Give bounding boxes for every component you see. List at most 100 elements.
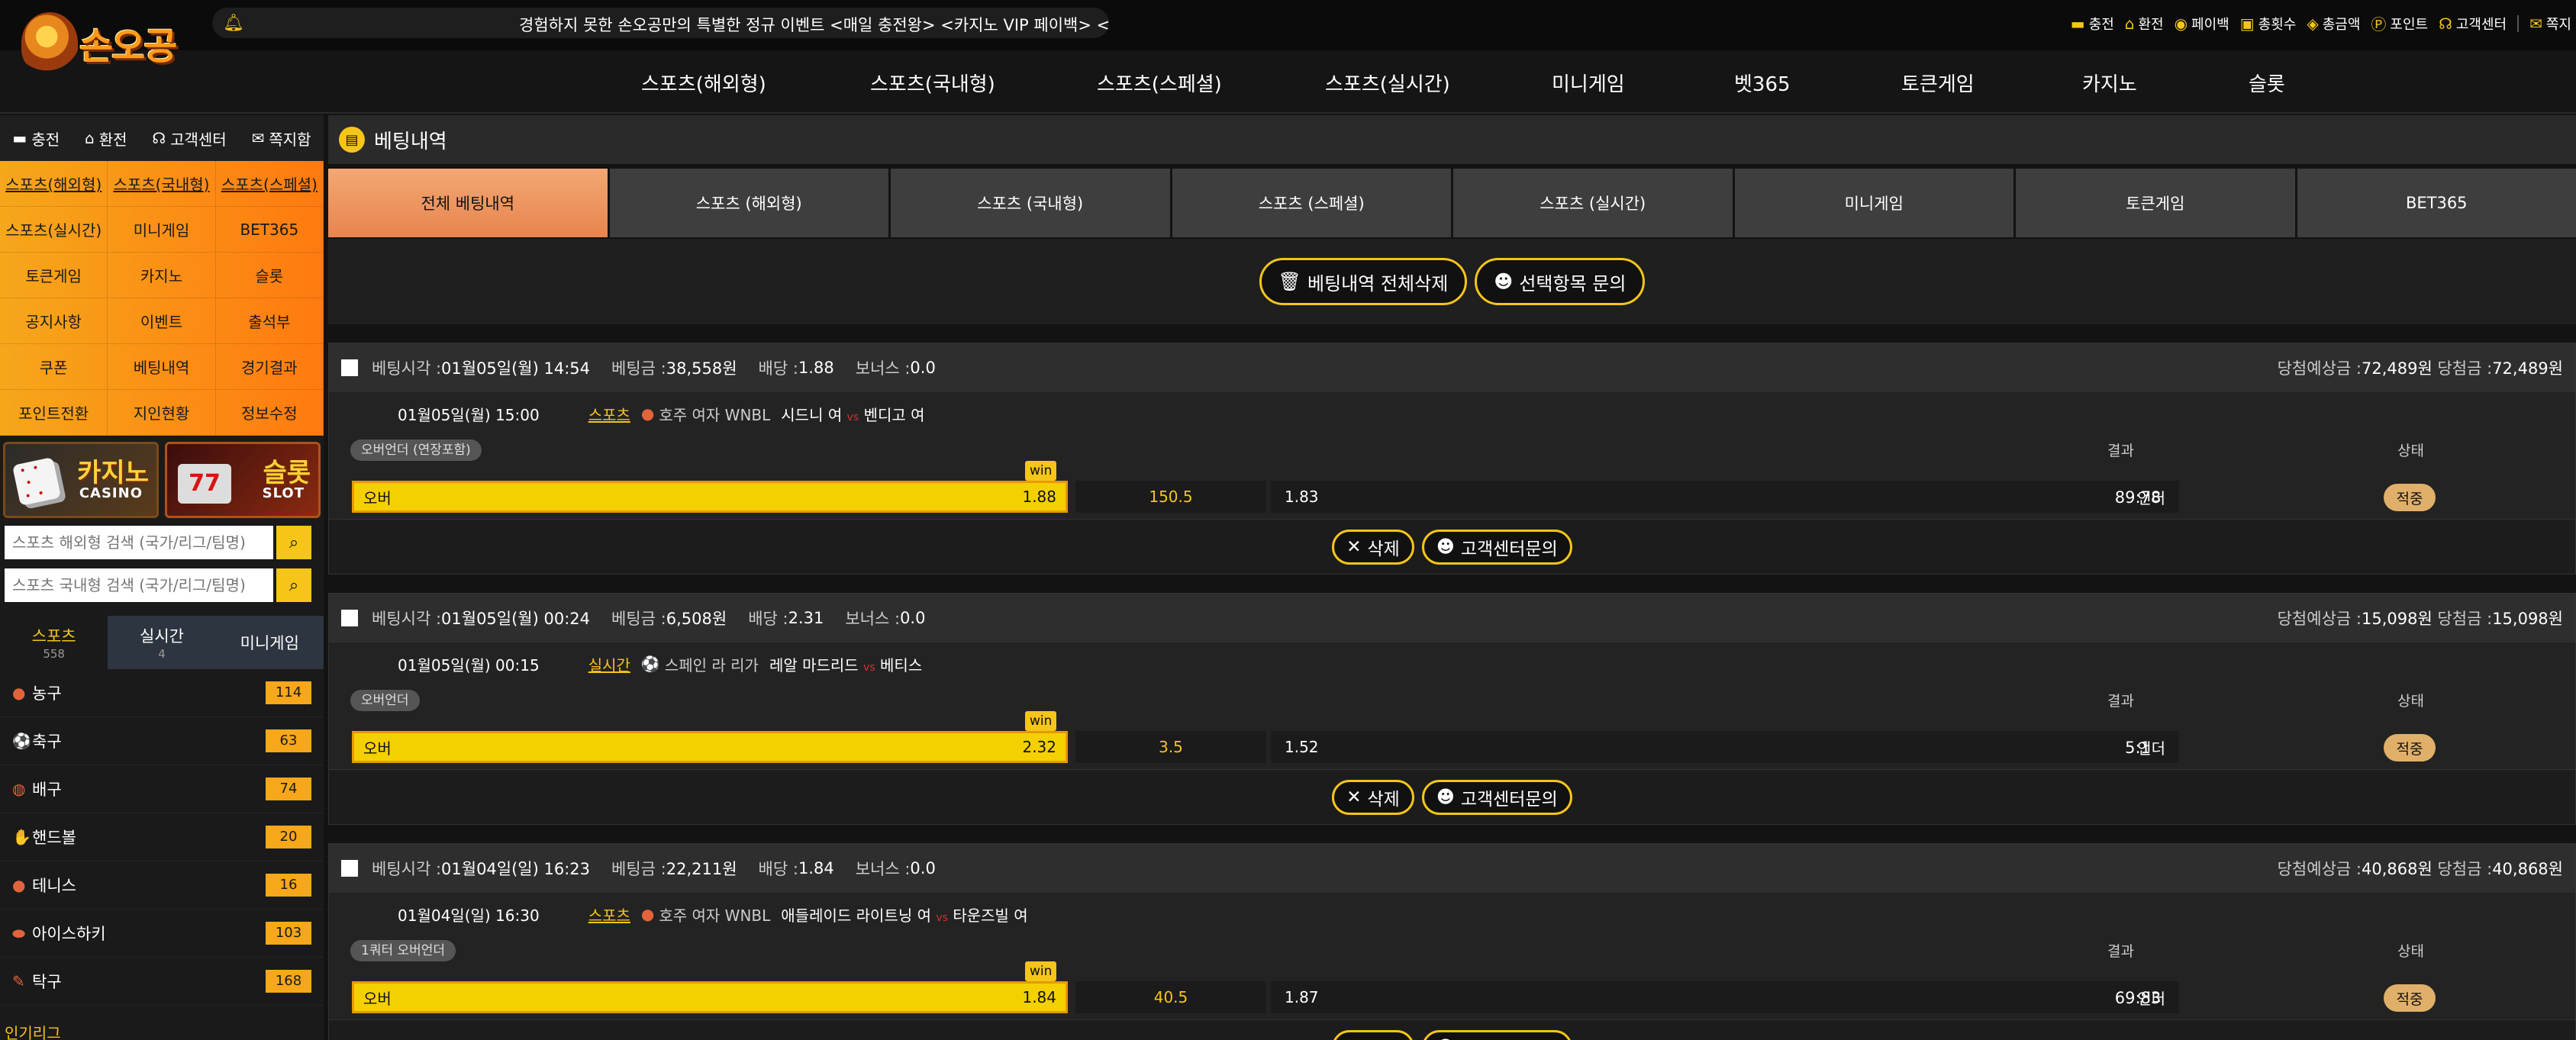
bet-list: 베팅시각 :01월05일(월) 14:54 베팅금 :38,558원 배당 :1.8… [328, 343, 2576, 1040]
inquire-selected-button[interactable]: ☻ 선택항목 문의 [1475, 258, 1646, 305]
nav-item[interactable]: 스포츠(국내형) [870, 69, 995, 97]
sidebar-quick-bank[interactable]: ⌂ 환전 [85, 127, 127, 150]
bank-icon: ⌂ [84, 129, 95, 147]
casino-banner-title: 카지노 [77, 458, 149, 488]
sidebar-menu-item[interactable]: 미니게임 [108, 207, 216, 253]
nav-item[interactable]: 슬롯 [2249, 69, 2285, 97]
util-money[interactable]: ◈ 총금액 [2307, 14, 2360, 34]
sport-list-item[interactable]: ◍ 배구 74 [0, 765, 324, 813]
delete-bet-button[interactable]: ✕삭제 [1332, 529, 1414, 565]
page-title-bar: ▤ 베팅내역 [328, 115, 2576, 164]
tab-bet-history[interactable]: 스포츠 (해외형) [609, 169, 888, 237]
util-headset[interactable]: ☊ 고객센터 [2439, 14, 2507, 34]
sidebar-sport-tabs: 스포츠 558 실시간 4 미니게임 [0, 616, 324, 669]
home-team: 시드니 여 [781, 405, 843, 424]
tab-bet-history[interactable]: 토큰게임 [2016, 169, 2295, 237]
sport-list-item[interactable]: ✎ 탁구 168 [0, 958, 324, 1006]
util-bank[interactable]: ⌂ 환전 [2125, 14, 2164, 34]
message-icon: ✉ [2529, 14, 2542, 33]
slot-banner[interactable]: 77 슬롯 SLOT [165, 442, 321, 518]
sport-list-item[interactable]: ✋ 핸드볼 20 [0, 813, 324, 861]
tab-bet-history[interactable]: 스포츠 (국내형) [891, 169, 1170, 237]
util-label: 충전 [2088, 16, 2114, 33]
sidebar-tab[interactable]: 실시간 4 [108, 616, 216, 669]
sidebar-menu-item[interactable]: 슬롯 [215, 253, 324, 298]
sidebar-menu-item[interactable]: BET365 [215, 207, 324, 253]
inquire-bet-button[interactable]: ☻고객센터문의 [1421, 1029, 1572, 1040]
sidebar-menu-item[interactable]: 스포츠(해외형) [0, 161, 108, 207]
sidebar-quick-card[interactable]: ▬ 충전 [12, 127, 60, 150]
sidebar-menu-item[interactable]: 스포츠(국내형) [108, 161, 216, 207]
coin-icon: ◉ [2174, 14, 2188, 33]
util-label: 총횟수 [2258, 16, 2297, 33]
util-coin[interactable]: ◉ 페이백 [2175, 14, 2229, 34]
delete-bet-button[interactable]: ✕삭제 [1332, 779, 1414, 815]
sidebar-menu-item[interactable]: 토큰게임 [0, 253, 108, 298]
tab-bet-history[interactable]: 미니게임 [1734, 169, 2013, 237]
sidebar-quick-headset[interactable]: ☊ 고객센터 [152, 127, 226, 150]
pick-name: 오버 [363, 989, 392, 1008]
bet-checkbox[interactable] [341, 359, 358, 376]
expected-win-label: 당첨예상금 : [2277, 359, 2362, 378]
search-domestic-input[interactable] [5, 568, 273, 602]
sidebar-menu-item[interactable]: 스포츠(스페셜) [215, 161, 324, 207]
nav-item[interactable]: 스포츠(스페셜) [1097, 69, 1222, 97]
sidebar-menu-item[interactable]: 이벤트 [108, 298, 216, 344]
bet-odds: 2.31 [788, 609, 824, 627]
win-tag: win [1025, 711, 1057, 731]
sidebar-menu-item[interactable]: 카지노 [108, 253, 216, 298]
other-odds: 1.87 [1285, 988, 1319, 1006]
delete-bet-button[interactable]: ✕삭제 [1332, 1029, 1414, 1040]
sidebar-menu-item[interactable]: 쿠폰 [0, 344, 108, 390]
sidebar-quick-label: 쪽지함 [269, 130, 311, 149]
tab-bet-history[interactable]: 스포츠 (실시간) [1453, 169, 1733, 237]
home-team: 애들레이드 라이트닝 여 [781, 906, 931, 925]
nav-item[interactable]: 카지노 [2082, 69, 2137, 97]
sport-list-item[interactable]: ⚽ 축구 63 [0, 717, 324, 765]
sidebar-menu-item[interactable]: 경기결과 [215, 344, 324, 390]
bet-checkbox[interactable] [341, 860, 358, 877]
util-point[interactable]: Ⓟ 포인트 [2371, 12, 2428, 34]
nav-item[interactable]: 벳365 [1734, 69, 1791, 97]
sidebar-menu-item[interactable]: 포인트전환 [0, 390, 108, 436]
tab-bet-history[interactable]: 전체 베팅내역 [328, 169, 608, 237]
sidebar-tab[interactable]: 미니게임 [215, 616, 324, 669]
inquire-bet-button[interactable]: ☻고객센터문의 [1421, 779, 1572, 815]
pick-odds: 1.88 [1022, 488, 1056, 506]
delete-all-button[interactable]: 🗑︎ 베팅내역 전체삭제 [1259, 258, 1468, 305]
headset-icon: ☊ [152, 129, 166, 147]
bet-amount: 22,211원 [666, 860, 737, 878]
util-coupon[interactable]: ▣ 총횟수 [2240, 14, 2297, 34]
sport-list-item[interactable]: ● 농구 114 [0, 669, 324, 717]
nav-item[interactable]: 스포츠(실시간) [1325, 69, 1450, 97]
sport-count-badge: 114 [266, 681, 311, 704]
search-overseas-button[interactable]: ⌕ [276, 526, 311, 559]
util-card[interactable]: ▬ 충전 [2071, 14, 2114, 34]
sidebar-quick-message[interactable]: ✉ 쪽지함 [252, 127, 311, 150]
sport-list-item[interactable]: ⬬ 아이스하키 103 [0, 910, 324, 958]
sidebar-menu-item[interactable]: 베팅내역 [108, 344, 216, 390]
nav-item[interactable]: 스포츠(해외형) [641, 69, 766, 97]
util-label: 쪽지 [2545, 16, 2571, 33]
inquire-bet-button[interactable]: ☻고객센터문의 [1421, 529, 1572, 565]
sidebar-menu-item[interactable]: 공지사항 [0, 298, 108, 344]
win-tag: win [1025, 461, 1057, 481]
sidebar-tab[interactable]: 스포츠 558 [0, 616, 108, 669]
nav-item[interactable]: 미니게임 [1552, 69, 1625, 97]
util-message[interactable]: ✉ 쪽지 [2529, 14, 2571, 34]
sidebar-menu-item[interactable]: 지인현황 [108, 390, 216, 436]
search-overseas-input[interactable] [5, 526, 273, 559]
logo[interactable]: 손오공 [21, 6, 197, 79]
sidebar-menu-item[interactable]: 스포츠(실시간) [0, 207, 108, 253]
tab-bet-history[interactable]: 스포츠 (스페셜) [1172, 169, 1451, 237]
bet-checkbox[interactable] [341, 610, 358, 626]
sidebar-menu-item[interactable]: 정보수정 [215, 390, 324, 436]
status-badge: 적중 [2384, 984, 2436, 1012]
search-domestic-button[interactable]: ⌕ [276, 568, 311, 602]
nav-item[interactable]: 토큰게임 [1901, 69, 1975, 97]
pick-odds: 2.32 [1022, 738, 1056, 756]
casino-banner[interactable]: 카지노 CASINO [3, 442, 159, 518]
sidebar-menu-item[interactable]: 출석부 [215, 298, 324, 344]
sport-list-item[interactable]: ● 테니스 16 [0, 861, 324, 910]
tab-bet-history[interactable]: BET365 [2297, 169, 2576, 237]
